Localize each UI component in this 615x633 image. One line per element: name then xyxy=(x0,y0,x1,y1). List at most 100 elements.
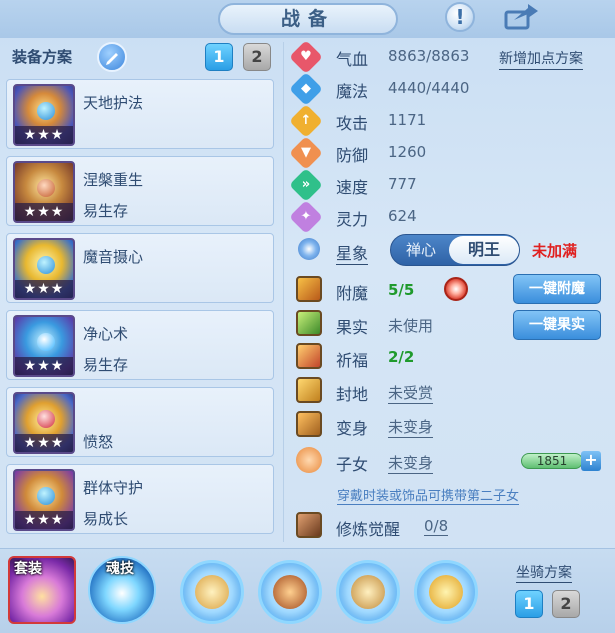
share-icon xyxy=(504,4,538,30)
mount-slot-1[interactable] xyxy=(180,560,244,624)
stat-value: 8863/8863 xyxy=(388,47,470,65)
equipment-name: 涅槃重生 xyxy=(83,171,144,189)
soul-skill-label: 魂技 xyxy=(106,561,134,577)
feature-label: 附魔 xyxy=(336,284,369,303)
equipment-name: 净心术 xyxy=(83,325,129,343)
feature-label: 祈福 xyxy=(336,351,369,370)
star-sign-row: 星象 禅心 明王 未加满 xyxy=(294,234,609,266)
child-points-value: 1851 xyxy=(521,453,583,469)
share-button[interactable] xyxy=(500,2,540,32)
feature-value: 未使用 xyxy=(388,317,434,335)
star-sign-status: 未加满 xyxy=(532,242,578,260)
feature-label: 子女 xyxy=(336,455,369,474)
heart-icon: ♥ xyxy=(289,40,323,74)
equipment-name: 群体守护 xyxy=(83,479,144,497)
edit-plan-button[interactable] xyxy=(97,42,127,72)
equipment-trait: 易生存 xyxy=(83,202,129,220)
cultivate-icon xyxy=(296,512,322,538)
second-child-hint[interactable]: 穿戴时装或饰品可携带第二子女 xyxy=(337,485,520,505)
mount-slot-3[interactable] xyxy=(336,560,400,624)
equipment-name: 天地护法 xyxy=(83,94,144,112)
equipment-plan-tab-1[interactable]: 1 xyxy=(205,43,233,71)
equipment-icon: ★★★ xyxy=(13,469,75,531)
toggle-option-mingwang[interactable]: 明王 xyxy=(449,236,519,264)
feature-row-fief: 封地 未受赏 xyxy=(294,377,609,405)
stat-value: 1171 xyxy=(388,111,427,129)
equipment-plan-label: 装备方案 xyxy=(12,48,73,66)
fruit-icon xyxy=(296,310,322,336)
feature-label: 果实 xyxy=(336,318,369,337)
equipment-trait: 易生存 xyxy=(83,356,129,374)
equipment-trait: 易成长 xyxy=(83,510,129,528)
feature-value[interactable]: 未变身 xyxy=(388,452,434,474)
star-sign-label[interactable]: 星象 xyxy=(336,240,369,265)
equipment-plan-tab-2[interactable]: 2 xyxy=(243,43,271,71)
pencil-icon xyxy=(106,53,118,65)
feature-value: 2/2 xyxy=(388,348,415,366)
mount-slot-4[interactable] xyxy=(414,560,478,624)
fief-icon xyxy=(296,377,322,403)
stat-row-speed: » 速度 777 xyxy=(289,168,604,202)
stat-label: 气血 xyxy=(336,50,369,69)
help-button[interactable]: ! xyxy=(445,2,475,32)
mana-icon: ◆ xyxy=(289,72,323,106)
mount-plan-tab-2[interactable]: 2 xyxy=(552,590,580,618)
feature-value: 5/5 xyxy=(388,281,415,299)
stat-label: 防御 xyxy=(336,146,369,165)
child-points-bar: 1851 + xyxy=(521,451,601,471)
attack-icon: ↑ xyxy=(289,104,323,138)
suit-button[interactable]: 套装 xyxy=(8,556,76,624)
stat-value: 1260 xyxy=(388,143,427,161)
stat-row-mp: ◆ 魔法 4440/4440 xyxy=(289,72,604,106)
speed-icon: » xyxy=(289,168,323,202)
equipment-icon: ★★★ xyxy=(13,161,75,223)
feature-label: 变身 xyxy=(336,419,369,438)
stat-row-spirit: ✦ 灵力 624 xyxy=(289,200,604,234)
stat-row-defense: ▼ 防御 1260 xyxy=(289,136,604,170)
equipment-trait: 愤怒 xyxy=(83,433,114,451)
equipment-slot-3[interactable]: ★★★ 魔音摄心 xyxy=(6,233,274,303)
feature-value[interactable]: 未变身 xyxy=(388,416,434,438)
star-sign-toggle[interactable]: 禅心 明王 xyxy=(390,234,520,266)
stat-row-attack: ↑ 攻击 1171 xyxy=(289,104,604,138)
add-child-points-button[interactable]: + xyxy=(581,451,601,471)
spirit-icon: ✦ xyxy=(289,200,323,234)
toggle-option-chanxin[interactable]: 禅心 xyxy=(391,235,451,265)
equipment-slot-4[interactable]: ★★★ 净心术 易生存 xyxy=(6,310,274,380)
equipment-slot-5[interactable]: ★★★ 愤怒 xyxy=(6,387,274,457)
stat-row-hp: ♥ 气血 8863/8863 xyxy=(289,40,604,74)
panel-divider xyxy=(283,42,284,542)
clock-icon[interactable] xyxy=(444,277,468,301)
shield-icon: ▼ xyxy=(289,136,323,170)
stat-value: 624 xyxy=(388,207,417,225)
one-key-fruit-button[interactable]: 一键果实 xyxy=(513,310,601,340)
feature-row-cultivation: 修炼觉醒 0/8 xyxy=(294,512,609,540)
title-bar: 战备 ! xyxy=(0,0,615,38)
equipment-slot-6[interactable]: ★★★ 群体守护 易成长 xyxy=(6,464,274,534)
mount-plan-tab-1[interactable]: 1 xyxy=(515,590,543,618)
equipment-icon: ★★★ xyxy=(13,84,75,146)
soul-skill-button[interactable]: 魂技 xyxy=(88,556,156,624)
stat-label: 速度 xyxy=(336,178,369,197)
stat-label: 攻击 xyxy=(336,114,369,133)
mount-plan-label: 坐骑方案 xyxy=(516,562,572,583)
equipment-icon: ★★★ xyxy=(13,392,75,454)
equipment-slot-1[interactable]: ★★★ 天地护法 xyxy=(6,79,274,149)
equipment-slot-2[interactable]: ★★★ 涅槃重生 易生存 xyxy=(6,156,274,226)
page-title: 战备 xyxy=(218,3,398,35)
one-key-enchant-button[interactable]: 一键附魔 xyxy=(513,274,601,304)
child-icon xyxy=(296,447,322,473)
feature-value[interactable]: 0/8 xyxy=(424,517,449,536)
feature-value[interactable]: 未受赏 xyxy=(388,382,434,404)
star-sign-icon xyxy=(298,238,320,260)
mount-slot-2[interactable] xyxy=(258,560,322,624)
stat-value: 4440/4440 xyxy=(388,79,470,97)
equipment-list: ★★★ 天地护法 ★★★ 涅槃重生 易生存 ★★★ 魔音摄心 ★★★ 净心术 易… xyxy=(6,79,274,541)
suit-label: 套装 xyxy=(14,561,42,577)
feature-row-blessing: 祈福 2/2 xyxy=(294,343,609,371)
stat-label: 魔法 xyxy=(336,82,369,101)
feature-label: 修炼觉醒 xyxy=(336,520,401,539)
feature-row-transform: 变身 未变身 xyxy=(294,411,609,439)
enchant-icon xyxy=(296,276,322,302)
feature-label: 封地 xyxy=(336,385,369,404)
